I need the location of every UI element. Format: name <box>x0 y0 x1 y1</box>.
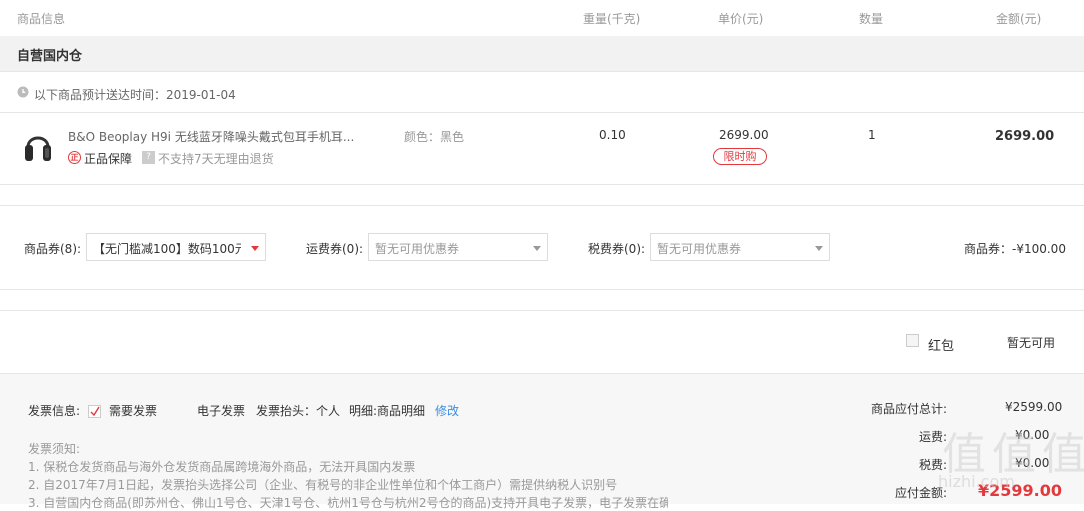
invoice-detail: 明细:商品明细 <box>349 404 426 418</box>
shipping-coupon-select[interactable]: 暂无可用优惠券 <box>368 233 548 261</box>
col-amount-header: 金额(元) <box>996 12 1042 26</box>
redpack-status: 暂无可用 <box>1007 336 1056 350</box>
genuine-icon: 正 <box>68 151 81 164</box>
col-qty-header: 数量 <box>859 12 884 26</box>
product-color: 颜色：黑色 <box>404 130 465 144</box>
tax-coupon-value: 暂无可用优惠券 <box>657 242 742 256</box>
product-row <box>0 113 1084 185</box>
watermark-url: hizhi.com <box>938 472 1015 491</box>
redpack-checkbox[interactable] <box>906 334 919 347</box>
invoice-notice-1: 1. 保税仓发货商品与海外仓发货商品属跨境海外商品，无法开具国内发票 <box>28 460 416 474</box>
divider <box>0 310 1084 311</box>
need-invoice-checkbox[interactable] <box>88 405 101 418</box>
no-return-icon: ? <box>142 151 155 164</box>
clock-icon <box>17 86 29 98</box>
product-price: 2699.00 <box>719 128 769 142</box>
chevron-down-icon <box>251 246 259 251</box>
invoice-notice-title: 发票须知: <box>28 442 81 456</box>
shipping-coupon-value: 暂无可用优惠券 <box>375 242 460 256</box>
col-weight-header: 重量(千克) <box>583 12 641 26</box>
goods-coupon-select[interactable]: 【无门槛减100】数码100元... <box>86 233 266 261</box>
delivery-row: 以下商品预计送达时间：2019-01-04 <box>0 72 1084 113</box>
no-return-icon-mark: ? <box>146 152 151 162</box>
genuine-label: 正品保障 <box>84 152 133 166</box>
chevron-down-icon <box>815 246 823 251</box>
table-header: 商品信息 重量(千克) 单价(元) 数量 金额(元) <box>0 0 1084 37</box>
coupon-discount: 商品券：-¥100.00 <box>964 242 1066 256</box>
need-invoice-label: 需要发票 <box>109 404 158 418</box>
col-product-header: 商品信息 <box>17 12 66 26</box>
invoice-type: 电子发票 <box>197 404 246 418</box>
goods-total-value: ¥2599.00 <box>1005 400 1063 414</box>
store-name: 自营国内仓 <box>17 49 83 64</box>
genuine-icon-mark: 正 <box>70 153 79 162</box>
store-band: 自营国内仓 <box>0 36 1084 72</box>
check-icon <box>90 406 100 417</box>
divider <box>0 205 1084 206</box>
redpack-label: 红包 <box>928 339 955 354</box>
shipping-coupon-label: 运费券(0): <box>306 242 364 256</box>
goods-total-label: 商品应付总计: <box>871 402 948 416</box>
flash-sale-badge: 限时购 <box>713 148 767 165</box>
product-amount: 2699.00 <box>995 129 1055 144</box>
headphones-icon[interactable] <box>24 129 52 165</box>
divider <box>0 289 1084 290</box>
col-price-header: 单价(元) <box>718 12 764 26</box>
product-name-link[interactable]: B&O Beoplay H9i 无线蓝牙降噪头戴式包耳手机耳... <box>68 128 354 145</box>
product-qty: 1 <box>868 128 876 142</box>
invoice-info-label: 发票信息: <box>28 404 81 418</box>
goods-coupon-label: 商品券(8): <box>24 242 82 256</box>
no-return-label: 不支持7天无理由退货 <box>158 152 274 166</box>
invoice-edit-link[interactable]: 修改 <box>435 402 459 419</box>
delivery-text: 以下商品预计送达时间：2019-01-04 <box>34 88 236 102</box>
invoice-title: 发票抬头：个人 <box>256 404 341 418</box>
product-weight: 0.10 <box>599 128 626 142</box>
tax-coupon-select[interactable]: 暂无可用优惠券 <box>650 233 830 261</box>
tax-coupon-label: 税费券(0): <box>588 242 646 256</box>
invoice-notice-2: 2. 自2017年7月1日起，发票抬头选择公司（企业、有税号的非企业性单位和个体… <box>28 478 618 492</box>
goods-coupon-value: 【无门槛减100】数码100元... <box>93 242 241 256</box>
chevron-down-icon <box>533 246 541 251</box>
